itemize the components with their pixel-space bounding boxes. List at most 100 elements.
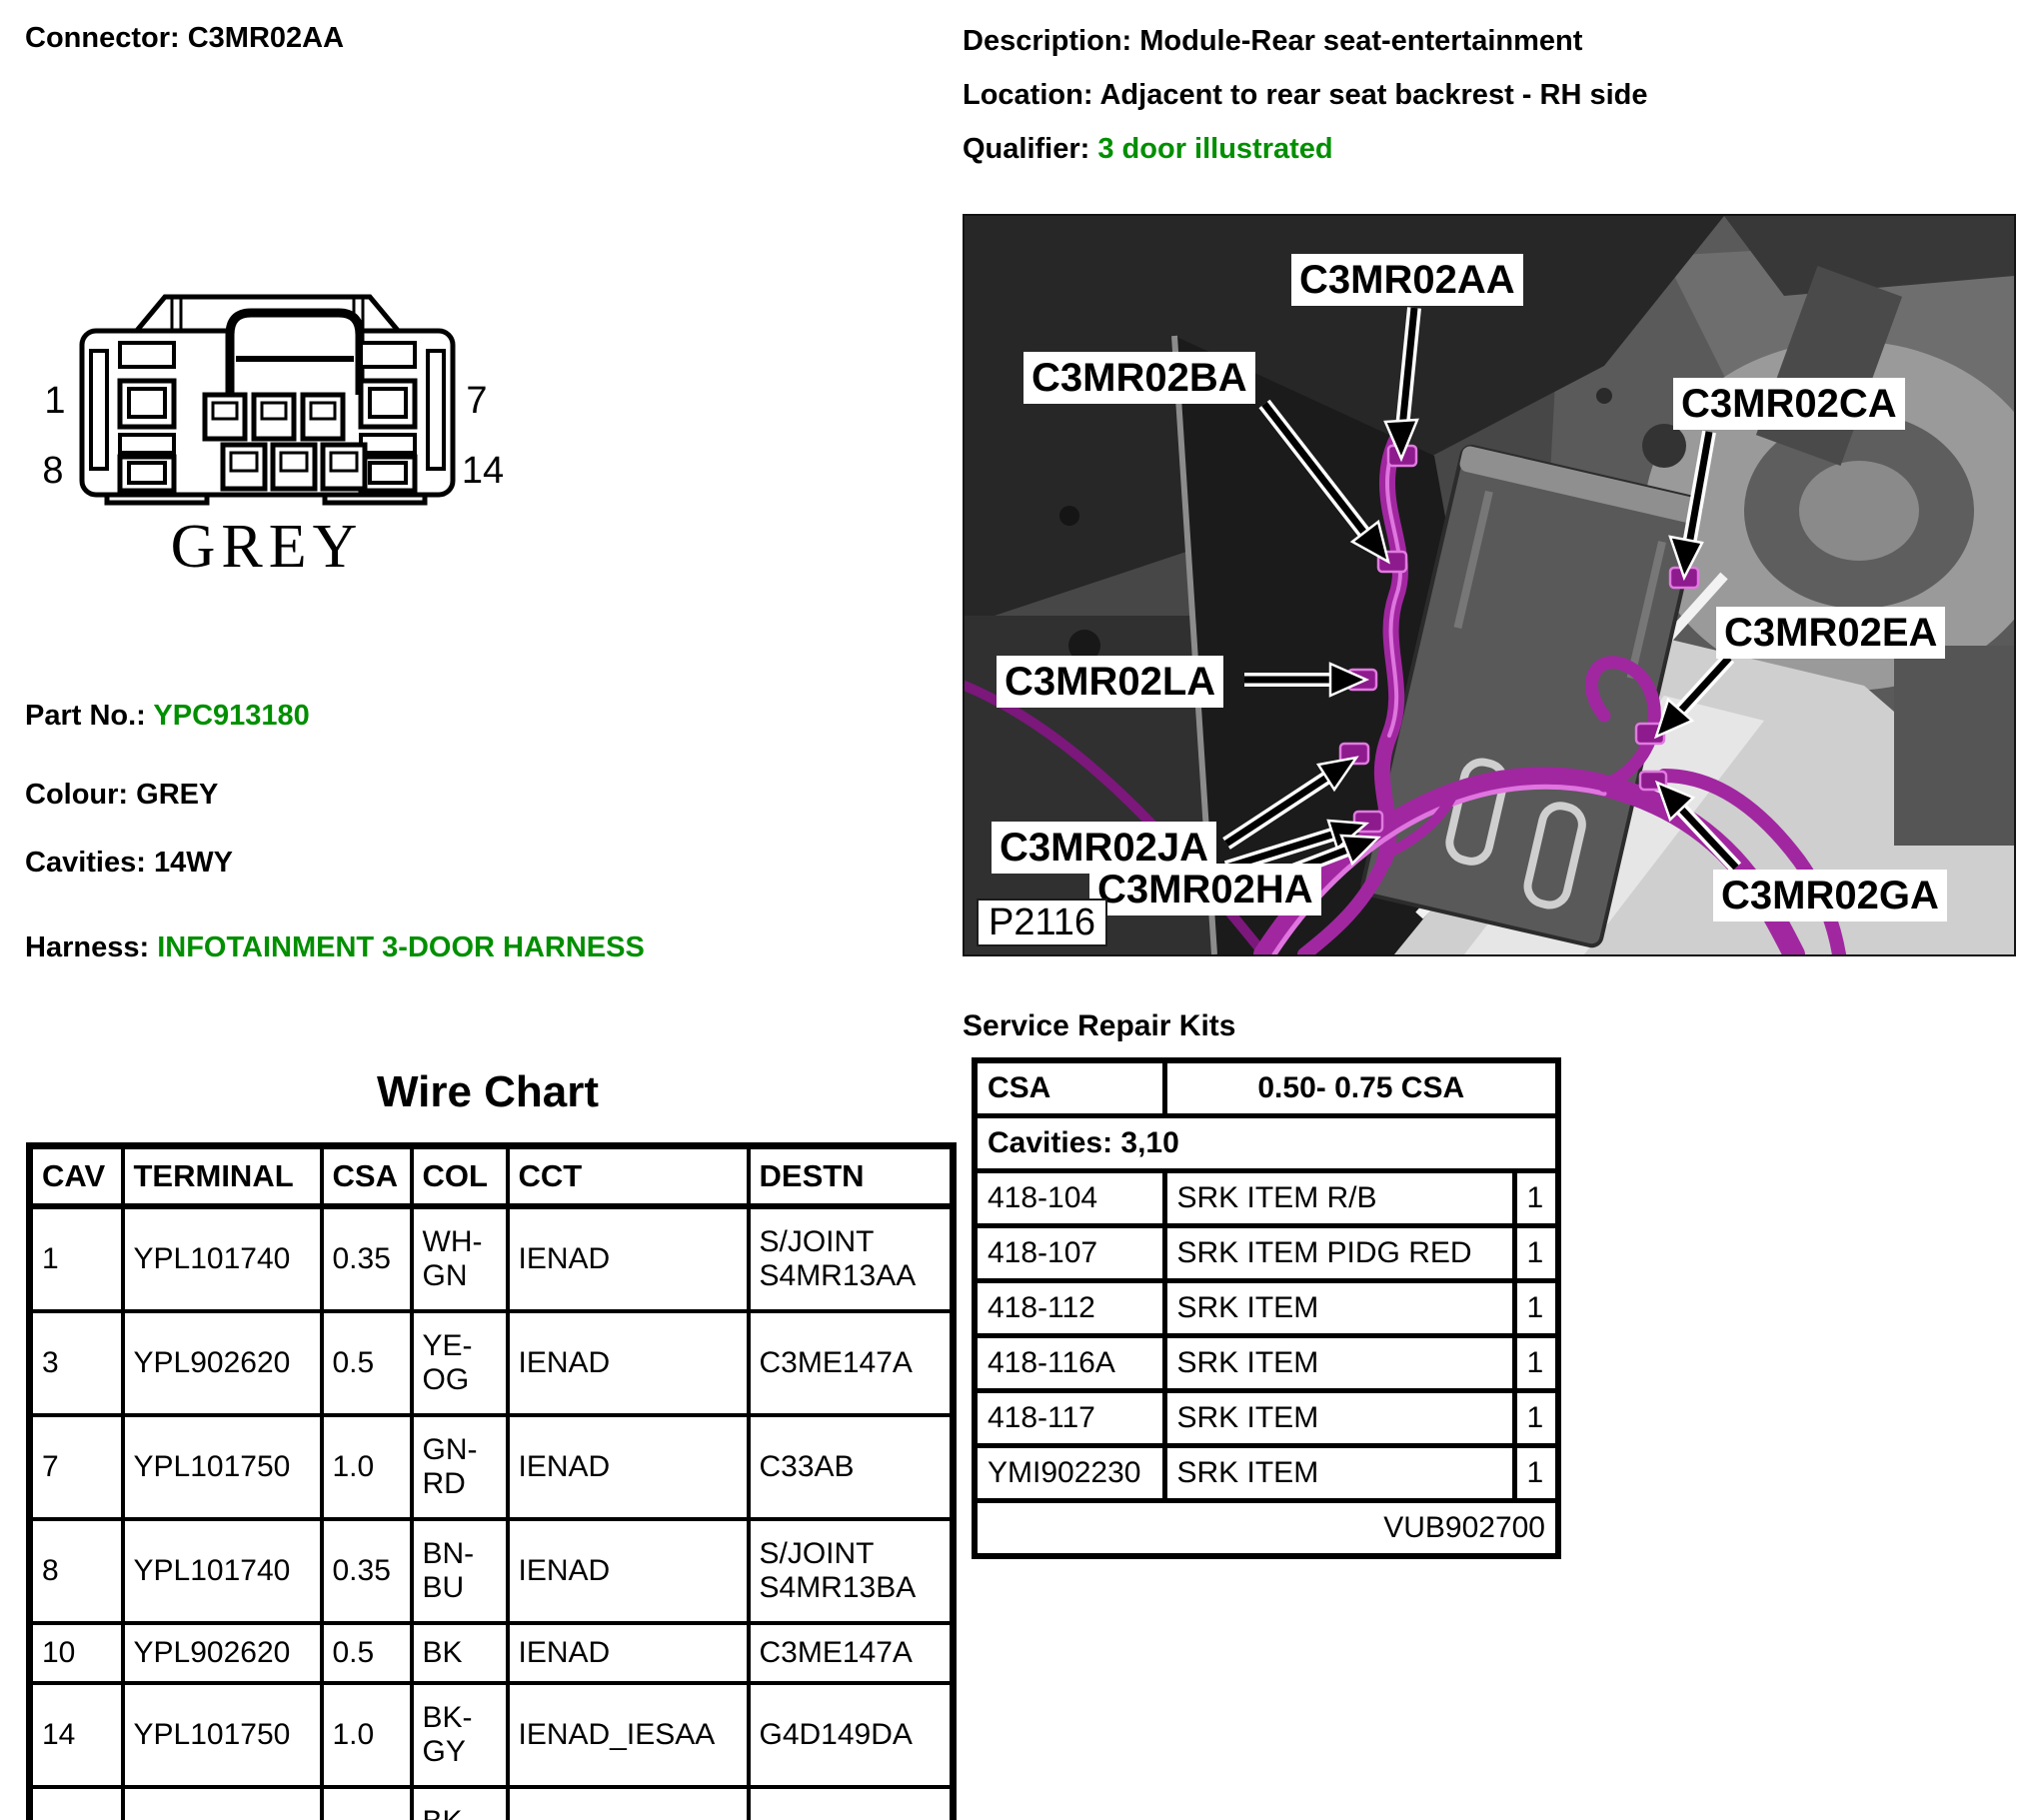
srk-item-qty: 1 xyxy=(1514,1226,1558,1281)
part-no-line: Part No.: YPC913180 xyxy=(25,700,310,733)
connector-slot-left xyxy=(91,351,107,469)
table-row: 10 YPL902620 0.5 BK IENAD C3ME147A xyxy=(30,1623,954,1683)
col-header-col: COL xyxy=(412,1146,508,1207)
srk-item-desc: SRK ITEM xyxy=(1164,1446,1514,1501)
cell-cct: IENAD xyxy=(508,1311,749,1415)
cell-terminal: YPL902620 xyxy=(123,1311,322,1415)
cell-col: YE-OG xyxy=(412,1311,508,1415)
service-repair-kits-title: Service Repair Kits xyxy=(963,1009,1235,1043)
srk-item-qty: 1 xyxy=(1514,1171,1558,1226)
cell-terminal: YPL101740 xyxy=(123,1206,322,1311)
cavities-label: Cavities: xyxy=(25,847,146,879)
pin-number-8: 8 xyxy=(42,450,63,492)
location-line: Location: Adjacent to rear seat backrest… xyxy=(963,79,1647,112)
srk-cavities-row: Cavities: 3,10 xyxy=(975,1116,1558,1171)
cavity xyxy=(129,389,165,417)
cavity xyxy=(129,463,165,483)
description-label: Description: xyxy=(963,25,1131,57)
location-value: Adjacent to rear seat backrest - RH side xyxy=(1099,79,1647,111)
table-row: 14 YPL101750 1.0 BK-GY IESAB_IENAD G4D14… xyxy=(30,1787,954,1820)
cell-col: GN-RD xyxy=(412,1415,508,1519)
srk-cavities: Cavities: 3,10 xyxy=(975,1116,1558,1171)
connector-title: Connector: C3MR02AA xyxy=(25,22,344,55)
table-row: 3 YPL902620 0.5 YE-OG IENAD C3ME147A xyxy=(30,1311,954,1415)
cavity xyxy=(370,463,406,483)
cell-destn: C33AB xyxy=(749,1415,954,1519)
cavity xyxy=(120,343,174,367)
col-header-cct: CCT xyxy=(508,1146,749,1207)
connector-value: C3MR02AA xyxy=(188,22,344,54)
srk-csa-range: 0.50- 0.75 CSA xyxy=(1164,1060,1558,1116)
cell-cav: 7 xyxy=(30,1415,123,1519)
cell-terminal: YPL101740 xyxy=(123,1519,322,1623)
cell-destn: S/JOINT S4MR13AA xyxy=(749,1206,954,1311)
connector-colour-word: GREY xyxy=(171,513,364,581)
col-header-cav: CAV xyxy=(30,1146,123,1207)
photo-label-c3mr02ga: C3MR02GA xyxy=(1713,870,1947,921)
cell-terminal: YPL101750 xyxy=(123,1415,322,1519)
cell-col: WH-GN xyxy=(412,1206,508,1311)
cell-cct: IENAD xyxy=(508,1623,749,1683)
cell-csa: 1.0 xyxy=(322,1683,412,1787)
table-row: 418-104 SRK ITEM R/B 1 xyxy=(975,1171,1558,1226)
cell-cct: IESAB_IENAD xyxy=(508,1787,749,1820)
photo-label-c3mr02ea: C3MR02EA xyxy=(1716,607,1945,659)
harness-label: Harness: xyxy=(25,931,149,963)
cell-terminal: YPL101750 xyxy=(123,1683,322,1787)
part-no-value: YPC913180 xyxy=(153,700,309,732)
service-repair-kits: CSA 0.50- 0.75 CSA Cavities: 3,10 418-10… xyxy=(972,1057,1561,1559)
description-line: Description: Module-Rear seat-entertainm… xyxy=(963,25,1582,58)
srk-footer-part: VUB902700 xyxy=(975,1501,1558,1557)
cell-cav: 10 xyxy=(30,1623,123,1683)
srk-item-desc: SRK ITEM PIDG RED xyxy=(1164,1226,1514,1281)
cell-cct: IENAD xyxy=(508,1519,749,1623)
colour-line: Colour: GREY xyxy=(25,779,218,812)
srk-item-desc: SRK ITEM xyxy=(1164,1336,1514,1391)
srk-item-desc: SRK ITEM R/B xyxy=(1164,1171,1514,1226)
cavity xyxy=(361,343,415,367)
cell-csa: 0.5 xyxy=(322,1623,412,1683)
qualifier-value: 3 door illustrated xyxy=(1097,133,1332,165)
cavities-line: Cavities: 14WY xyxy=(25,847,233,880)
col-header-destn: DESTN xyxy=(749,1146,954,1207)
srk-item-qty: 1 xyxy=(1514,1281,1558,1336)
col-header-terminal: TERMINAL xyxy=(123,1146,322,1207)
photo-ref-p2116: P2116 xyxy=(977,899,1107,946)
table-row: YMI902230 SRK ITEM 1 xyxy=(975,1446,1558,1501)
wire-chart-title: Wire Chart xyxy=(26,1067,950,1117)
connector-label: Connector: xyxy=(25,22,180,54)
cell-col: BK xyxy=(412,1623,508,1683)
cell-cav: 3 xyxy=(30,1311,123,1415)
table-row: 7 YPL101750 1.0 GN-RD IENAD C33AB xyxy=(30,1415,954,1519)
cell-csa: 1.0 xyxy=(322,1415,412,1519)
cell-col: BN-BU xyxy=(412,1519,508,1623)
table-row: 418-107 SRK ITEM PIDG RED 1 xyxy=(975,1226,1558,1281)
photo-label-c3mr02la: C3MR02LA xyxy=(997,656,1223,708)
srk-csa-label: CSA xyxy=(975,1060,1164,1116)
srk-item-code: 418-107 xyxy=(975,1226,1164,1281)
srk-item-code: 418-104 xyxy=(975,1171,1164,1226)
location-label: Location: xyxy=(963,79,1093,111)
srk-footer-row: VUB902700 xyxy=(975,1501,1558,1557)
cavity xyxy=(120,435,174,453)
cell-cct: IENAD_IESAA xyxy=(508,1683,749,1787)
cavity xyxy=(361,435,415,453)
col-header-csa: CSA xyxy=(322,1146,412,1207)
qualifier-label: Qualifier: xyxy=(963,133,1089,165)
cell-terminal: YPL902620 xyxy=(123,1623,322,1683)
srk-item-desc: SRK ITEM xyxy=(1164,1281,1514,1336)
cell-cav: 1 xyxy=(30,1206,123,1311)
table-row: 1 YPL101740 0.35 WH-GN IENAD S/JOINT S4M… xyxy=(30,1206,954,1311)
srk-item-code: 418-112 xyxy=(975,1281,1164,1336)
srk-item-code: 418-116A xyxy=(975,1336,1164,1391)
wire-chart-header-row: CAV TERMINAL CSA COL CCT DESTN xyxy=(30,1146,954,1207)
cell-cav: 14 xyxy=(30,1787,123,1820)
cavities-value: 14WY xyxy=(154,847,233,879)
table-row: 418-116A SRK ITEM 1 xyxy=(975,1336,1558,1391)
srk-header-row: CSA 0.50- 0.75 CSA xyxy=(975,1060,1558,1116)
connector-face-diagram: 1 8 7 14 GREY xyxy=(25,283,525,593)
location-photo: C3MR02AA C3MR02BA C3MR02CA C3MR02LA C3MR… xyxy=(963,214,2016,956)
srk-item-code: 418-117 xyxy=(975,1391,1164,1446)
part-no-label: Part No.: xyxy=(25,700,146,732)
harness-line: Harness: INFOTAINMENT 3-DOOR HARNESS xyxy=(25,931,645,964)
